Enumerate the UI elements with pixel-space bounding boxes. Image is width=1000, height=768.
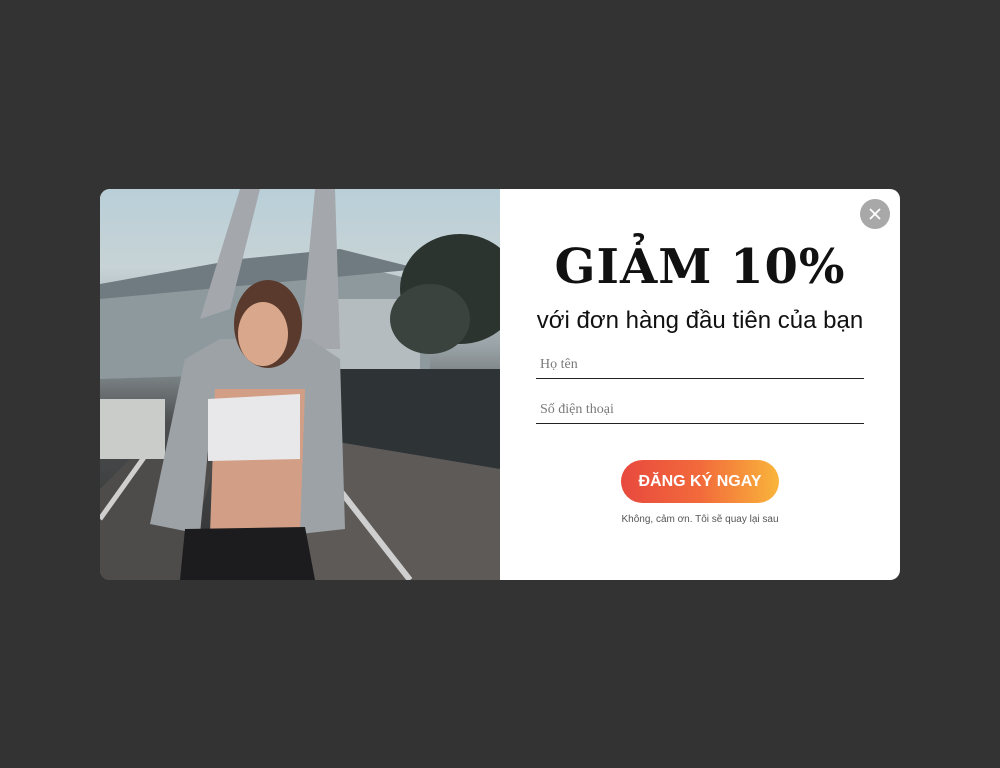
subheadline: với đơn hàng đầu tiên của bạn (536, 307, 864, 334)
close-button[interactable] (860, 199, 890, 229)
dismiss-link[interactable]: Không, cảm ơn. Tôi sẽ quay lại sau (500, 514, 900, 525)
submit-button[interactable]: ĐĂNG KÝ NGAY (621, 460, 779, 503)
name-field[interactable] (536, 351, 864, 379)
headline: GIẢM 10% (554, 239, 846, 295)
phone-field[interactable] (536, 396, 864, 424)
close-icon (869, 208, 881, 220)
signup-popup: GIẢM 10% với đơn hàng đầu tiên của bạn Đ… (100, 189, 900, 580)
promo-photo (100, 189, 500, 580)
woman-stretching-illustration (100, 189, 500, 580)
popup-content: GIẢM 10% với đơn hàng đầu tiên của bạn Đ… (500, 189, 900, 580)
